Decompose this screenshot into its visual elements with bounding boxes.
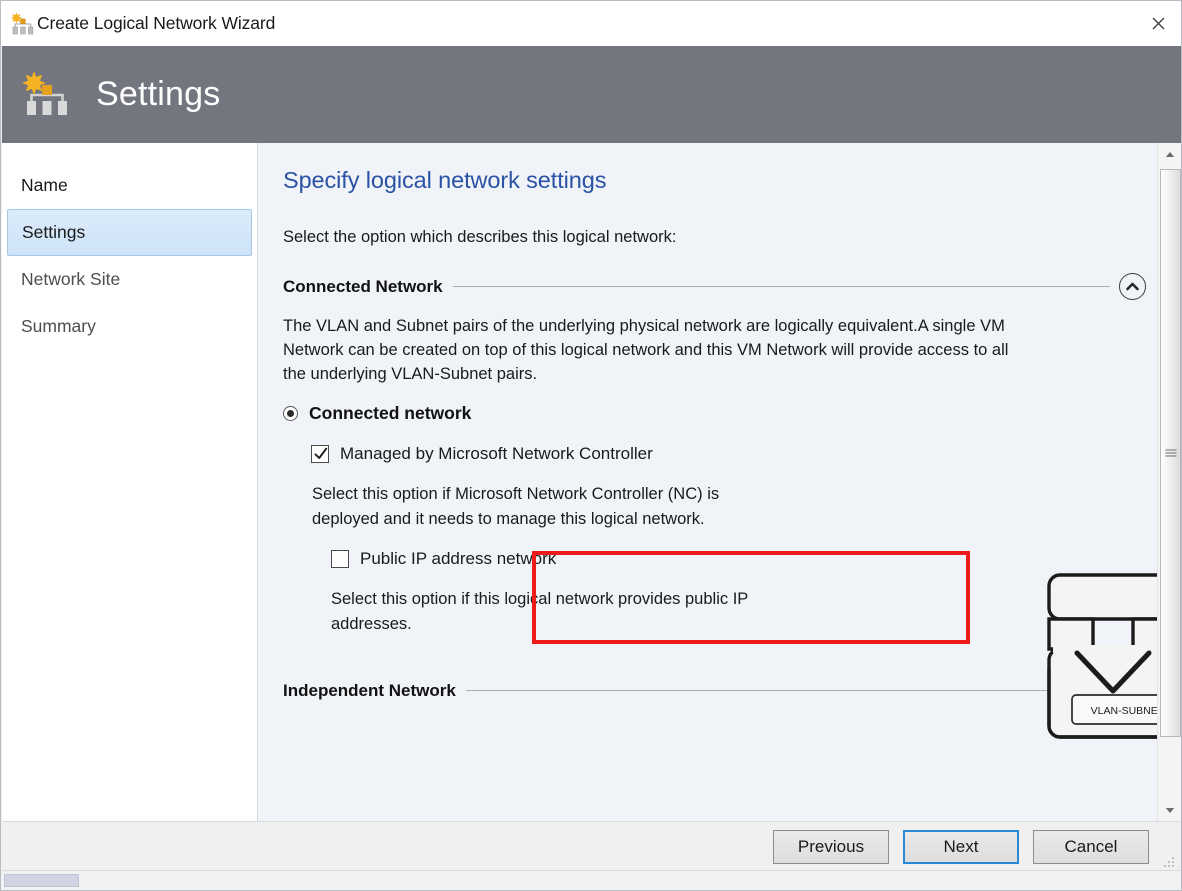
vertical-scrollbar[interactable]: [1157, 143, 1181, 821]
section-header-independent-network: Independent Network: [283, 677, 1154, 704]
radio-connected-network[interactable]: Connected network: [283, 403, 1154, 424]
section-divider: [465, 690, 1110, 691]
scroll-up-icon[interactable]: [1158, 143, 1181, 165]
page-title-header: Settings: [96, 75, 221, 113]
wizard-steps-sidebar: Name Settings Network Site Summary: [2, 143, 258, 821]
title-bar: Create Logical Network Wizard: [1, 1, 1181, 46]
connected-network-option-group: Connected network Managed by Microsoft N…: [283, 403, 1154, 636]
intro-text: Select the option which describes this l…: [283, 228, 677, 246]
sidebar-item-label: Network Site: [21, 269, 121, 289]
scroll-down-icon[interactable]: [1158, 799, 1181, 821]
section-divider: [452, 286, 1110, 287]
checkbox-label: Managed by Microsoft Network Controller: [340, 444, 653, 463]
wizard-body: Name Settings Network Site Summary Speci…: [2, 143, 1181, 821]
sidebar-item-summary[interactable]: Summary: [7, 303, 252, 350]
section-description: The VLAN and Subnet pairs of the underly…: [283, 317, 1009, 383]
chevron-up-icon[interactable]: [1119, 273, 1146, 300]
page-header: Settings: [2, 46, 1181, 143]
horizontal-scrollbar-thumb[interactable]: [4, 874, 79, 887]
checkbox-checked-icon: [311, 445, 329, 463]
scrollbar-grip-icon: [1165, 448, 1176, 459]
page-title: Specify logical network settings: [283, 167, 607, 193]
sidebar-item-network-site[interactable]: Network Site: [7, 256, 252, 303]
checkbox-public-ip-address-network[interactable]: Public IP address network: [331, 549, 1154, 569]
checkbox-unchecked-icon: [331, 550, 349, 568]
resize-grip-icon[interactable]: [1164, 855, 1175, 867]
checkbox-label: Public IP address network: [360, 549, 557, 568]
sidebar-item-label: Settings: [22, 222, 86, 242]
radio-label: Connected network: [309, 403, 472, 423]
network-wizard-icon: [21, 69, 73, 121]
previous-button[interactable]: Previous: [773, 829, 889, 864]
section-header-connected-network: Connected Network: [283, 273, 1154, 300]
radio-selected-icon: [283, 406, 298, 421]
settings-content-panel: Specify logical network settings Select …: [258, 143, 1181, 821]
section-label: Independent Network: [283, 680, 456, 700]
sidebar-item-label: Name: [21, 175, 68, 195]
dialog-footer: Previous Next Cancel: [2, 821, 1181, 871]
sidebar-item-name[interactable]: Name: [7, 162, 252, 209]
horizontal-scrollbar[interactable]: [2, 870, 1181, 890]
sidebar-item-label: Summary: [21, 316, 96, 336]
public-ip-help-text: Select this option if this logical netwo…: [331, 590, 748, 633]
network-wizard-icon: [10, 11, 36, 37]
section-label: Connected Network: [283, 276, 443, 296]
checkbox-managed-by-network-controller[interactable]: Managed by Microsoft Network Controller: [311, 444, 1154, 464]
managed-by-nc-help-text: Select this option if Microsoft Network …: [312, 485, 720, 528]
cancel-button[interactable]: Cancel: [1033, 829, 1149, 864]
sidebar-item-settings[interactable]: Settings: [7, 209, 252, 256]
window-title: Create Logical Network Wizard: [37, 13, 276, 33]
close-icon[interactable]: [1135, 1, 1181, 45]
next-button[interactable]: Next: [903, 829, 1019, 864]
scrollbar-thumb[interactable]: [1160, 169, 1181, 737]
wizard-window: Create Logical Network Wizard Settings N…: [0, 0, 1182, 891]
